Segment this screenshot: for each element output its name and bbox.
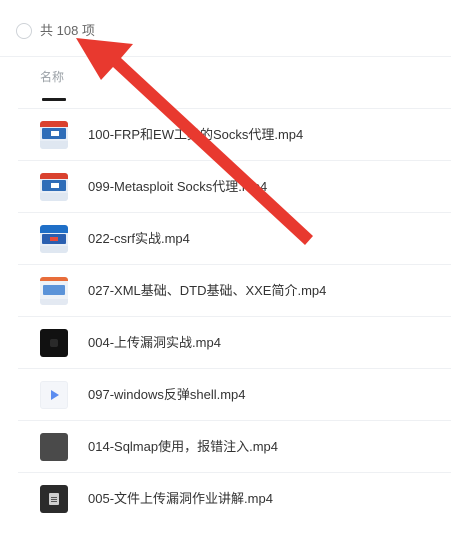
file-name[interactable]: 099-Metasploit Socks代理.mp4 (88, 177, 267, 197)
file-name[interactable]: 097-windows反弹shell.mp4 (88, 385, 246, 405)
document-icon (40, 485, 68, 513)
file-name[interactable]: 014-Sqlmap使用，报错注入.mp4 (88, 437, 278, 457)
list-item[interactable]: 004-上传漏洞实战.mp4 (18, 316, 451, 368)
file-name[interactable]: 005-文件上传漏洞作业讲解.mp4 (88, 489, 273, 509)
list-item[interactable]: 022-csrf实战.mp4 (18, 212, 451, 264)
video-thumbnail (40, 433, 68, 461)
list-item[interactable]: 027-XML基础、DTD基础、XXE简介.mp4 (18, 264, 451, 316)
file-list: 100-FRP和EW工具的Socks代理.mp4 099-Metasploit … (18, 96, 451, 524)
select-all-checkbox[interactable] (16, 23, 32, 39)
column-name-header[interactable]: 名称 (40, 69, 64, 85)
file-name[interactable]: 022-csrf实战.mp4 (88, 229, 190, 249)
list-item[interactable]: 100-FRP和EW工具的Socks代理.mp4 (18, 108, 451, 160)
item-count: 共 108 项 (40, 23, 95, 38)
video-thumbnail (40, 329, 68, 357)
list-item[interactable]: 097-windows反弹shell.mp4 (18, 368, 451, 420)
list-item[interactable]: 005-文件上传漏洞作业讲解.mp4 (18, 472, 451, 524)
list-item[interactable]: 014-Sqlmap使用，报错注入.mp4 (18, 420, 451, 472)
file-name[interactable]: 100-FRP和EW工具的Socks代理.mp4 (88, 125, 303, 145)
list-item[interactable]: 099-Metasploit Socks代理.mp4 (18, 160, 451, 212)
file-name[interactable]: 004-上传漏洞实战.mp4 (88, 333, 221, 353)
video-thumbnail (40, 277, 68, 305)
video-thumbnail (40, 121, 68, 149)
play-icon (40, 381, 68, 409)
list-toolbar: 共 108 项 (0, 0, 451, 60)
file-thumbnail-partial (42, 98, 66, 101)
file-name[interactable]: 027-XML基础、DTD基础、XXE简介.mp4 (88, 281, 326, 301)
list-item-partial (18, 96, 451, 108)
video-thumbnail (40, 173, 68, 201)
video-thumbnail (40, 225, 68, 253)
column-header: 名称 (0, 56, 451, 96)
